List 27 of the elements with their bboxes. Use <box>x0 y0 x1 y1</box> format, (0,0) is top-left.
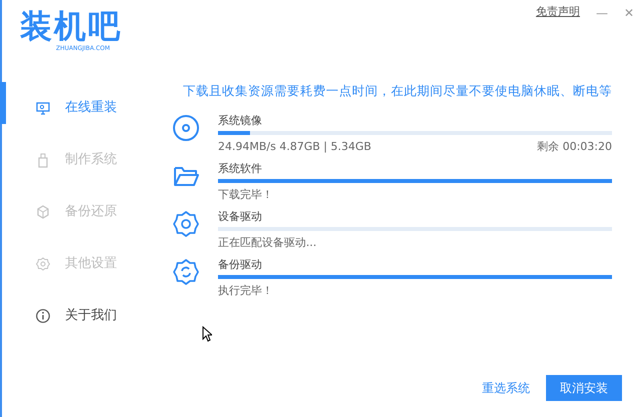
selection-indicator <box>0 82 6 124</box>
time-remaining: 剩余 00:03:20 <box>537 138 612 155</box>
gear-sync-icon <box>172 258 200 286</box>
disclaimer-link[interactable]: 免责声明 <box>536 4 580 20</box>
task-name: 系统镜像 <box>218 114 263 128</box>
cube-icon <box>35 204 51 220</box>
close-button[interactable]: ✕ <box>624 4 634 22</box>
task-status: 执行完毕！ <box>218 282 273 299</box>
cancel-install-button[interactable]: 取消安装 <box>546 375 622 401</box>
info-icon <box>35 308 51 324</box>
task-name: 备份驱动 <box>218 258 263 272</box>
task-status: 24.94MB/s 4.87GB | 5.34GB <box>218 138 372 155</box>
task-status: 正在匹配设备驱动... <box>218 234 316 251</box>
task-status: 下载完毕！ <box>218 186 273 203</box>
minimize-button[interactable]: — <box>596 4 608 22</box>
reselect-system-button[interactable]: 重选系统 <box>482 379 530 397</box>
task-name: 设备驱动 <box>218 210 263 224</box>
logo-title: 装机吧 <box>20 10 122 42</box>
disc-icon <box>172 114 200 142</box>
monitor-icon <box>35 100 51 116</box>
cursor-icon <box>202 326 212 342</box>
gear-icon <box>172 210 200 238</box>
notice-text: 下载且收集资源需要耗费一点时间，在此期间尽量不要使电脑休眠、断电等 <box>182 82 612 100</box>
sidebar-item[interactable]: 关于我们 <box>2 290 162 342</box>
sidebar-item[interactable]: 在线重装 <box>2 82 162 134</box>
gear-icon <box>35 256 51 272</box>
task-name: 系统软件 <box>218 162 263 176</box>
